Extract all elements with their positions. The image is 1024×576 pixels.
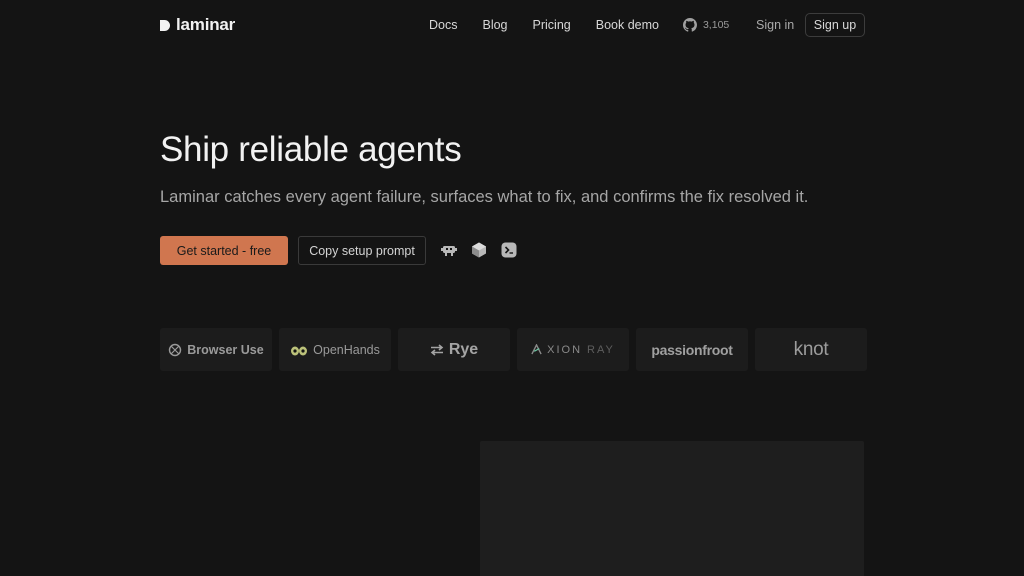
sign-up-button[interactable]: Sign up xyxy=(805,13,865,37)
sign-in-link[interactable]: Sign in xyxy=(756,18,794,32)
page: laminar Docs Blog Pricing Book demo 3,10… xyxy=(0,0,1024,576)
nav-link-blog[interactable]: Blog xyxy=(482,18,507,32)
cube-icon[interactable] xyxy=(470,241,488,259)
integration-icons xyxy=(440,241,518,259)
brand-name: laminar xyxy=(176,15,236,34)
logo-rye: Rye xyxy=(398,328,510,371)
top-nav: laminar Docs Blog Pricing Book demo 3,10… xyxy=(160,12,865,38)
get-started-button[interactable]: Get started - free xyxy=(160,236,288,265)
openhands-icon xyxy=(291,346,308,355)
logo-axion-ray: XION RAY xyxy=(517,328,629,371)
browser-use-icon xyxy=(169,343,182,356)
nav-link-book-demo[interactable]: Book demo xyxy=(596,18,659,32)
github-link[interactable]: 3,105 xyxy=(682,18,730,32)
product-preview-panel xyxy=(480,441,864,576)
nav-link-docs[interactable]: Docs xyxy=(429,18,457,32)
terminal-icon[interactable] xyxy=(500,241,518,259)
logo-browser-use: Browser Use xyxy=(160,328,272,371)
customer-logos: Browser Use OpenHands Rye XION RAY passi… xyxy=(160,328,867,371)
robot-icon[interactable] xyxy=(440,241,458,259)
hero-title: Ship reliable agents xyxy=(160,130,462,169)
github-star-count: 3,105 xyxy=(702,19,730,31)
axion-a-icon xyxy=(531,344,542,355)
copy-setup-prompt-button[interactable]: Copy setup prompt xyxy=(298,236,426,265)
logo-knot: knot xyxy=(755,328,867,371)
logo-passionfroot: passionfroot xyxy=(636,328,748,371)
hero-subtitle: Laminar catches every agent failure, sur… xyxy=(160,188,809,206)
github-icon xyxy=(682,18,697,32)
exchange-arrows-icon xyxy=(430,343,444,356)
nav-links: Docs Blog Pricing Book demo 3,105 xyxy=(429,18,729,32)
brand-logo[interactable]: laminar xyxy=(160,15,235,35)
laminar-logo-icon xyxy=(160,19,170,31)
nav-link-pricing[interactable]: Pricing xyxy=(533,18,571,32)
logo-openhands: OpenHands xyxy=(279,328,391,371)
